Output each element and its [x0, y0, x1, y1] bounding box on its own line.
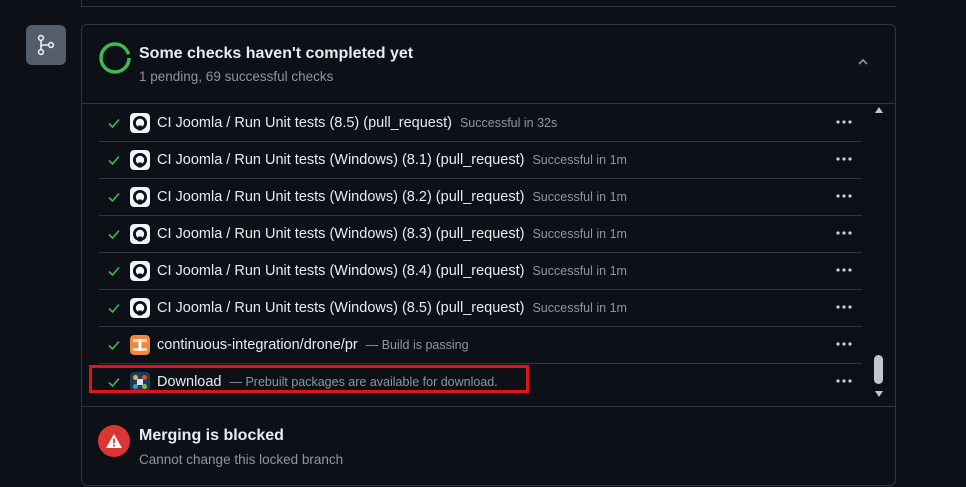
check-description: Successful in 1m: [532, 263, 627, 278]
checks-summary-header: Some checks haven't completed yet 1 pend…: [82, 25, 895, 104]
check-row: CI Joomla / Run Unit tests (Windows) (8.…: [99, 215, 862, 253]
check-description: Successful in 32s: [459, 115, 558, 130]
scroll-up-arrow-icon[interactable]: [875, 106, 883, 114]
kebab-horizontal-icon: [836, 379, 852, 383]
blocked-status-indicator: [98, 425, 130, 457]
more-options-button[interactable]: [832, 112, 856, 132]
checks-summary-subtitle: 1 pending, 69 successful checks: [139, 69, 334, 84]
merge-status-box: Merging is blocked Cannot change this lo…: [82, 406, 895, 485]
check-name[interactable]: CI Joomla / Run Unit tests (Windows) (8.…: [157, 263, 524, 279]
kebab-horizontal-icon: [836, 305, 852, 309]
alert-icon: [106, 434, 122, 448]
check-success-icon: [108, 377, 120, 387]
check-name[interactable]: CI Joomla / Run Unit tests (Windows) (8.…: [157, 189, 524, 205]
check-name[interactable]: CI Joomla / Run Unit tests (Windows) (8.…: [157, 226, 524, 242]
check-description: — Prebuilt packages are available for do…: [229, 374, 498, 389]
github-icon: [130, 260, 150, 281]
more-options-button[interactable]: [832, 223, 856, 243]
kebab-horizontal-icon: [836, 157, 852, 161]
scrollbar-thumb[interactable]: [874, 355, 883, 384]
progress-ring-icon: [99, 42, 131, 74]
merge-blocked-subtitle: Cannot change this locked branch: [139, 452, 344, 467]
check-success-icon: [108, 266, 120, 276]
branch-badge: [26, 25, 66, 65]
checks-summary-title: Some checks haven't completed yet: [139, 45, 414, 62]
merge-status-panel: Some checks haven't completed yet 1 pend…: [81, 24, 896, 486]
kebab-horizontal-icon: [836, 194, 852, 198]
github-icon: [130, 186, 150, 207]
github-icon: [130, 297, 150, 318]
check-description: Successful in 1m: [532, 300, 627, 315]
check-success-icon: [108, 340, 120, 350]
check-name[interactable]: continuous-integration/drone/pr: [157, 337, 358, 353]
check-success-icon: [108, 303, 120, 313]
more-options-button[interactable]: [832, 186, 856, 206]
merge-blocked-title: Merging is blocked: [139, 427, 284, 444]
check-row: CI Joomla / Run Unit tests (Windows) (8.…: [99, 252, 862, 290]
more-options-button[interactable]: [832, 371, 856, 391]
collapse-button[interactable]: [852, 51, 874, 73]
check-row: CI Joomla / Run Unit tests (Windows) (8.…: [99, 141, 862, 179]
github-icon: [130, 112, 150, 133]
more-options-button[interactable]: [832, 297, 856, 317]
check-row: continuous-integration/drone/pr — Build …: [99, 326, 862, 364]
check-success-icon: [108, 118, 120, 128]
check-description: Successful in 1m: [532, 189, 627, 204]
check-row: CI Joomla / Run Unit tests (Windows) (8.…: [99, 289, 862, 327]
kebab-horizontal-icon: [836, 120, 852, 124]
check-description: Successful in 1m: [532, 152, 627, 167]
check-row: Download — Prebuilt packages are availab…: [99, 363, 862, 400]
kebab-horizontal-icon: [836, 268, 852, 272]
checks-scrollbar[interactable]: [871, 104, 887, 406]
scroll-down-arrow-icon[interactable]: [875, 390, 883, 398]
chevron-up-icon: [858, 58, 868, 65]
check-name[interactable]: CI Joomla / Run Unit tests (Windows) (8.…: [157, 152, 524, 168]
check-description: Successful in 1m: [532, 226, 627, 241]
git-branch-icon: [37, 34, 55, 56]
github-icon: [130, 223, 150, 244]
kebab-horizontal-icon: [836, 342, 852, 346]
github-icon: [130, 149, 150, 170]
timeline-divider: [81, 6, 896, 7]
checks-list: CI Joomla / Run Unit tests (8.5) (pull_r…: [82, 104, 895, 406]
check-row: CI Joomla / Run Unit tests (8.5) (pull_r…: [99, 104, 862, 142]
check-success-icon: [108, 155, 120, 165]
more-options-button[interactable]: [832, 260, 856, 280]
check-row: CI Joomla / Run Unit tests (Windows) (8.…: [99, 178, 862, 216]
joomla-icon: [130, 371, 150, 392]
check-name[interactable]: CI Joomla / Run Unit tests (8.5) (pull_r…: [157, 115, 452, 131]
drone-icon: [130, 334, 150, 355]
more-options-button[interactable]: [832, 334, 856, 354]
check-description: — Build is passing: [365, 337, 469, 352]
more-options-button[interactable]: [832, 149, 856, 169]
kebab-horizontal-icon: [836, 231, 852, 235]
check-success-icon: [108, 192, 120, 202]
check-name[interactable]: CI Joomla / Run Unit tests (Windows) (8.…: [157, 300, 524, 316]
check-name[interactable]: Download: [157, 374, 222, 390]
check-success-icon: [108, 229, 120, 239]
